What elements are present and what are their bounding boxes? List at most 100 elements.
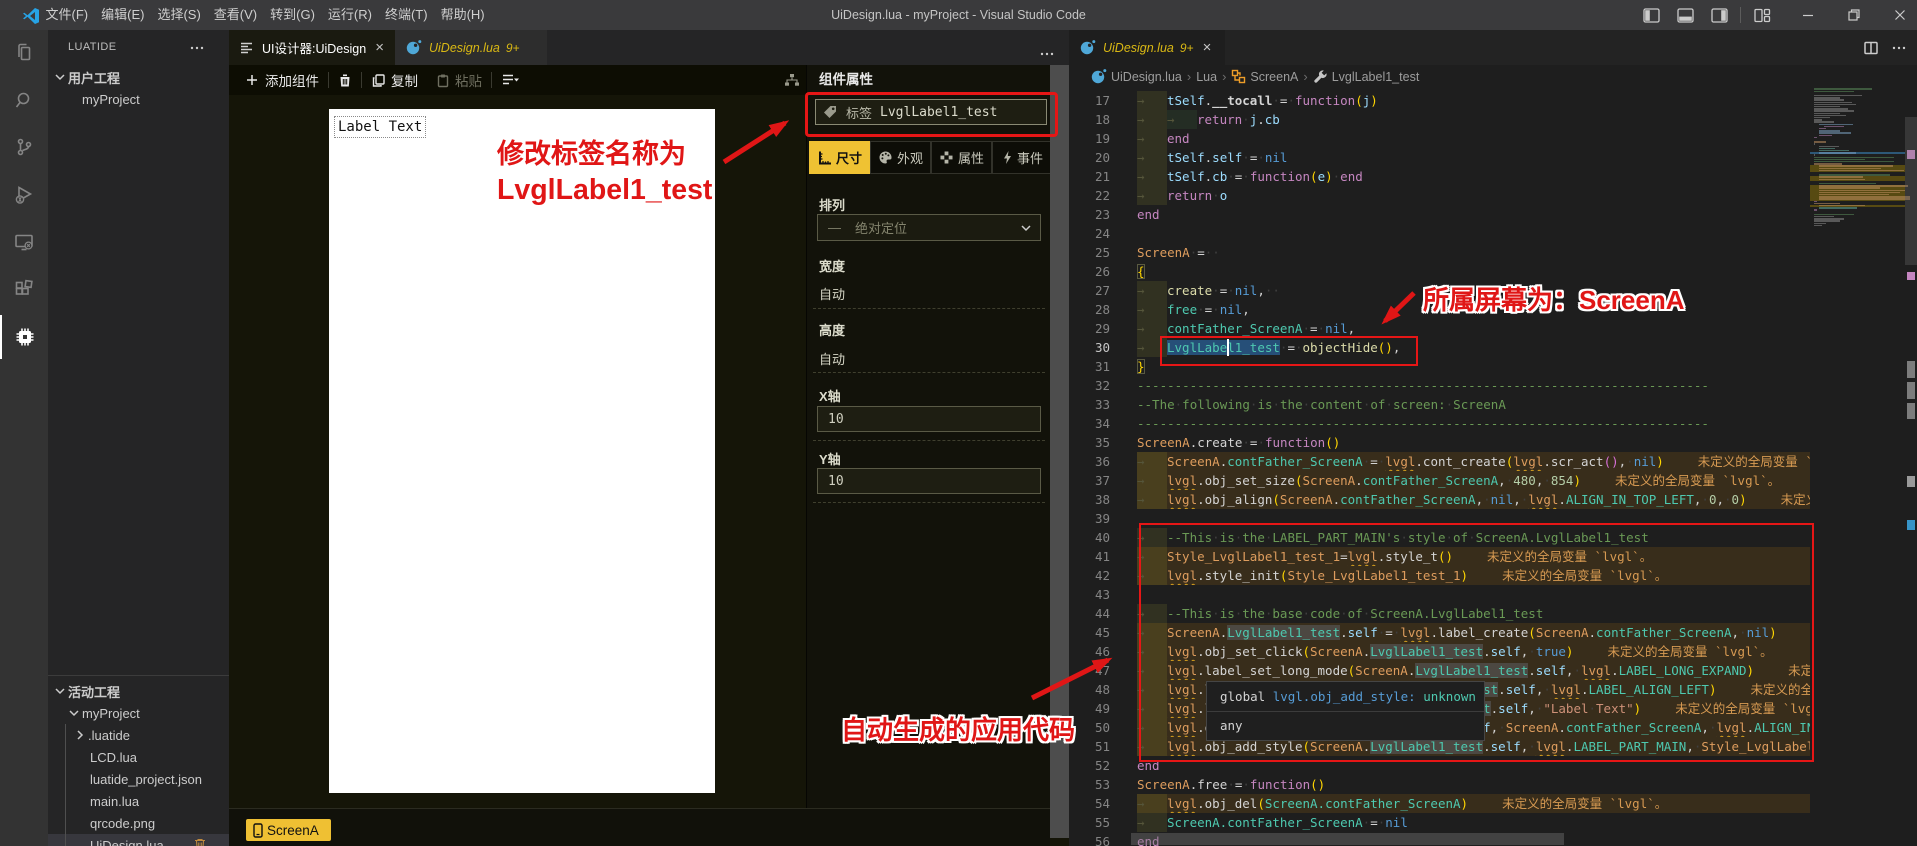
breadcrumb-file[interactable]: UiDesign.lua [1090,68,1182,85]
menu-文件F[interactable]: 文件(F) [39,0,95,30]
menu-帮助H[interactable]: 帮助(H) [434,0,491,30]
code-line-23[interactable]: 23 end [1069,205,1810,224]
more-actions-icon[interactable] [1039,46,1055,62]
tree-item-myproject[interactable]: myProject [48,88,229,110]
copy-button[interactable]: 复制 [371,70,418,90]
webview-scrollbar[interactable] [1050,65,1069,838]
code-editor[interactable]: 17 → tSelf.__tocall·=·function(j) 18 → → retur… [1069,88,1917,846]
code-line-31[interactable]: 31} [1069,357,1810,376]
screen-tab-screena[interactable]: ScreenA [246,819,331,841]
code-line-28[interactable]: 28 → free·=·nil, [1069,300,1810,319]
code-line-24[interactable]: 24 [1069,224,1810,243]
code-line-20[interactable]: 20 → tSelf.self·=·nil [1069,148,1810,167]
activity-remote-explorer-icon[interactable] [0,220,48,264]
restore-icon[interactable] [1837,0,1871,30]
code-line-46[interactable]: 46 → lvgl.obj_set_click(ScreenA.LvglLabel1… [1069,642,1810,661]
tree-item--luatide[interactable]: .luatide [48,724,229,746]
lvgl-label-widget[interactable]: Label Text [334,116,427,138]
more-actions-icon[interactable] [1891,40,1907,56]
prop-tab-attributes[interactable]: 属性 [931,141,992,174]
tree-item-main-lua[interactable]: main.lua [48,790,229,812]
tree-item-qrcode-png[interactable]: qrcode.png [48,812,229,834]
code-line-44[interactable]: 44 → --This·is·the·base·code·of·ScreenA.Lv… [1069,604,1810,623]
breadcrumb-lvgllabel1_test[interactable]: LvglLabel1_test [1313,69,1419,84]
code-line-36[interactable]: 36 → ScreenA.contFather_ScreenA·=·lvgl.con… [1069,452,1810,471]
breadcrumb-screena[interactable]: ScreenA [1231,69,1298,84]
activity-explorer-icon[interactable] [0,30,48,74]
tab-uidesign-lua[interactable]: UiDesign.lua 9+ [395,30,547,65]
menu-选择S[interactable]: 选择(S) [151,0,207,30]
minimap[interactable] [1810,88,1910,846]
menu-编辑E[interactable]: 编辑(E) [95,0,151,30]
code-line-43[interactable]: 43 [1069,585,1810,604]
code-line-17[interactable]: 17 → tSelf.__tocall·=·function(j) [1069,91,1810,110]
code-line-34[interactable]: 34 --------------------------------------… [1069,414,1810,433]
code-line-37[interactable]: 37 → lvgl.obj_set_size(ScreenA.contFather_… [1069,471,1810,490]
customize-layout-icon[interactable] [1745,0,1779,30]
delete-component-button[interactable] [338,73,352,88]
coordinate-input[interactable]: 10 [817,406,1041,432]
hierarchy-icon[interactable] [784,73,800,87]
code-line-39[interactable]: 39 [1069,509,1810,528]
activity-source-control-icon[interactable] [0,125,48,169]
tab-ui-designer[interactable]: UI设计器:UiDesign × [229,30,395,65]
add-component-button[interactable]: 添加组件 [245,70,319,90]
menu-转到G[interactable]: 转到(G) [264,0,322,30]
tree-item-lcd-lua[interactable]: LCD.lua [48,746,229,768]
breadcrumb-lua[interactable]: Lua [1196,70,1217,84]
toggle-panel-icon[interactable] [1668,0,1702,30]
prop-tab-lightning[interactable]: 事件 [992,141,1053,174]
split-editor-icon[interactable] [1863,40,1879,56]
code-line-27[interactable]: 27 → create·=·nil,·· [1069,281,1810,300]
arrange-select[interactable]: — 绝对定位 [817,214,1041,241]
paste-button[interactable]: 粘贴 [436,70,482,90]
tag-name-input[interactable]: 标签 LvglLabel1_test [815,99,1047,125]
code-line-30[interactable]: 30 → LvglLabe l1_test·=·objectHide(), [1069,338,1810,357]
horizontal-scrollbar[interactable] [1131,833,1564,845]
close-icon[interactable]: × [1203,40,1212,55]
screen-canvas[interactable]: Label Text [329,109,715,793]
toggle-sidebar-icon[interactable] [1634,0,1668,30]
minimize-icon[interactable] [1791,0,1825,30]
code-line-33[interactable]: 33 --The·following·is·the·content·of·scre… [1069,395,1810,414]
code-line-52[interactable]: 52 end [1069,756,1810,775]
section-user-project[interactable]: 用户工程 [48,66,229,88]
code-line-55[interactable]: 55 → ScreenA.contFather_ScreenA·=·nil [1069,813,1810,832]
activity-extensions-icon[interactable] [0,268,48,312]
more-actions-icon[interactable] [189,40,205,56]
coordinate-input[interactable]: 10 [817,468,1041,494]
prop-tab-ruler[interactable]: 尺寸 [809,141,870,174]
code-line-25[interactable]: 25 ScreenA·=·· [1069,243,1810,262]
menu-运行R[interactable]: 运行(R) [321,0,378,30]
activity-search-icon[interactable] [0,78,48,122]
activity-luatide-icon[interactable] [0,315,50,359]
tree-item-uidesign-lua[interactable]: UiDesign.lua [48,834,229,846]
code-line-45[interactable]: 45 → ScreenA.LvglLabel1_test.self·=·lvgl.l… [1069,623,1810,642]
tab-uidesign-lua[interactable]: UiDesign.lua 9+ × [1069,30,1225,65]
code-line-32[interactable]: 32 --------------------------------------… [1069,376,1810,395]
code-line-19[interactable]: 19 → end [1069,129,1810,148]
code-line-21[interactable]: 21 → tSelf.cb·=·function(e)·end [1069,167,1810,186]
menu-终端T[interactable]: 终端(T) [378,0,434,30]
delete-file-icon[interactable] [193,837,207,846]
code-line-35[interactable]: 35 ScreenA.create·=·function() [1069,433,1810,452]
section-active-project[interactable]: 活动工程 [48,680,229,702]
tree-item-myproject[interactable]: myProject [48,702,229,724]
code-line-42[interactable]: 42 → lvgl.style_init(Style_LvglLabel1_test… [1069,566,1810,585]
code-line-40[interactable]: 40 → --This·is·the·LABEL_PART_MAIN's·style… [1069,528,1810,547]
component-list-button[interactable] [501,73,521,87]
menu-查看V[interactable]: 查看(V) [207,0,263,30]
prop-tab-palette[interactable]: 外观 [870,141,931,174]
code-line-26[interactable]: 26{ [1069,262,1810,281]
code-line-47[interactable]: 47 → lvgl.label_set_long_mode(ScreenA.Lvgl… [1069,661,1810,680]
code-line-38[interactable]: 38 → lvgl.obj_align(ScreenA.contFather_Scr… [1069,490,1810,509]
close-window-icon[interactable] [1883,0,1917,30]
code-line-29[interactable]: 29 → contFather_ScreenA·=·nil, [1069,319,1810,338]
tree-item-luatide-project-json[interactable]: luatide_project.json [48,768,229,790]
code-line-53[interactable]: 53 ScreenA.free·=·function() [1069,775,1810,794]
code-line-41[interactable]: 41 → Style_LvglLabel1_test_1=lvgl.style_t(… [1069,547,1810,566]
close-icon[interactable]: × [375,40,384,55]
activity-run-and-debug-icon[interactable] [0,173,48,217]
code-line-22[interactable]: 22 → return·o [1069,186,1810,205]
code-line-54[interactable]: 54 → lvgl.obj_del(ScreenA.contFather_Scree… [1069,794,1810,813]
